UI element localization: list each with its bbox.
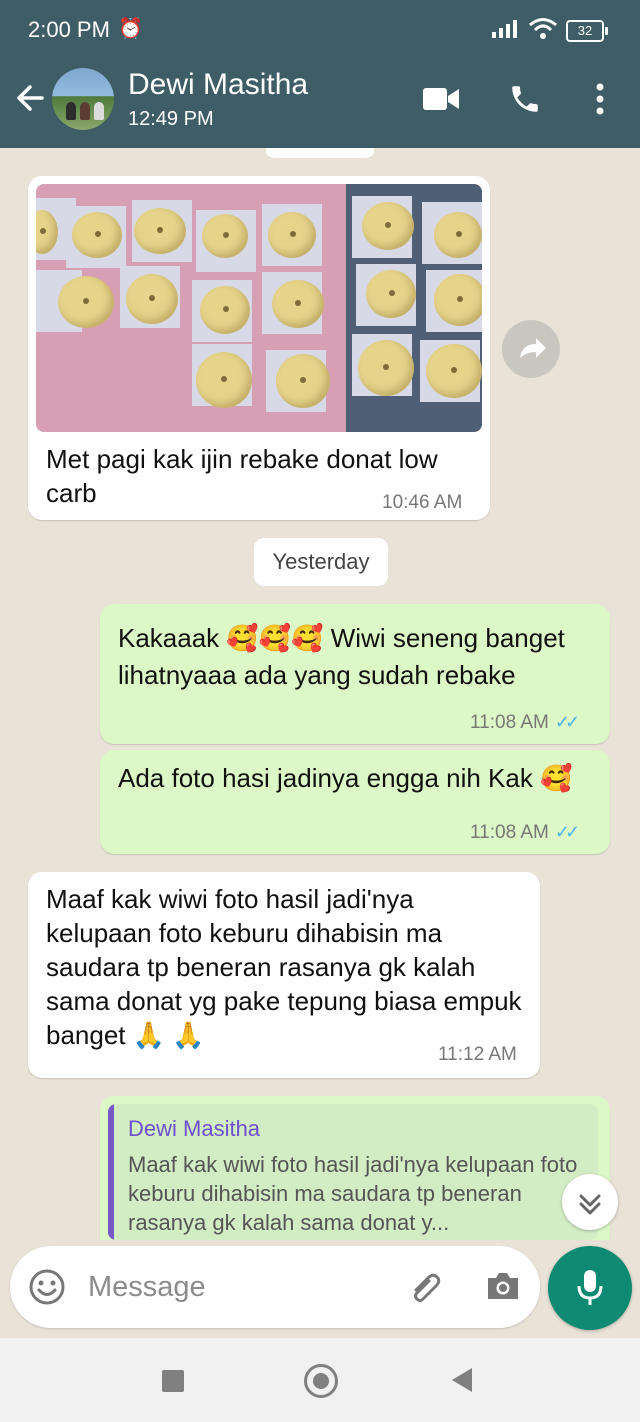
- emoji-icon[interactable]: [28, 1268, 66, 1311]
- message-time: 11:08 AM: [470, 712, 549, 733]
- incoming-photo-message[interactable]: Met pagi kak ijin rebake donat low carb …: [28, 176, 490, 520]
- chevron-down-icon: [579, 1194, 601, 1215]
- home-button[interactable]: [304, 1364, 338, 1398]
- signal-icon: [492, 18, 522, 38]
- alarm-icon: ⏰: [118, 18, 143, 40]
- last-seen: 12:49 PM: [128, 108, 214, 130]
- forward-button[interactable]: [502, 320, 560, 378]
- message-meta: 11:08 AM ✓✓: [470, 822, 580, 844]
- read-ticks-icon: ✓✓: [554, 712, 580, 732]
- contact-name[interactable]: Dewi Masitha: [128, 68, 308, 102]
- message-time: 11:08 AM: [470, 822, 549, 843]
- video-call-icon[interactable]: [422, 86, 460, 117]
- outgoing-message[interactable]: Ada foto hasi jadinya engga nih Kak 🥰 11…: [100, 750, 610, 854]
- outgoing-message[interactable]: Kakaaak 🥰🥰🥰 Wiwi seneng banget lihatnyaa…: [100, 604, 610, 744]
- message-text: Maaf kak wiwi foto hasil jadi'nya kelupa…: [46, 884, 522, 1050]
- scroll-to-bottom-button[interactable]: [562, 1174, 618, 1230]
- compose-box: [10, 1246, 540, 1328]
- phone-icon[interactable]: [508, 82, 542, 121]
- message-text: Kakaaak 🥰🥰🥰 Wiwi seneng banget lihatnyaa…: [118, 623, 565, 690]
- date-separator: Yesterday: [254, 538, 388, 586]
- message-meta: 11:08 AM ✓✓: [470, 712, 580, 734]
- message-text: Ada foto hasi jadinya engga nih Kak 🥰: [118, 763, 573, 793]
- system-nav-bar: [0, 1338, 640, 1422]
- chat-area[interactable]: Met pagi kak ijin rebake donat low carb …: [0, 148, 640, 1248]
- message-input[interactable]: [86, 1264, 390, 1310]
- status-bar: 2:00 PM ⏰ 32: [0, 0, 640, 62]
- quoted-author: Dewi Masitha: [128, 1116, 261, 1141]
- compose-bar: [0, 1240, 640, 1338]
- forward-icon: [520, 338, 546, 358]
- battery-indicator: 32: [566, 20, 608, 42]
- status-time: 2:00 PM: [28, 17, 110, 42]
- mic-icon: [577, 1270, 603, 1305]
- quote-accent-bar: [108, 1104, 114, 1240]
- outgoing-reply-message[interactable]: Dewi Masitha Maaf kak wiwi foto hasil ja…: [100, 1096, 610, 1248]
- incoming-message[interactable]: Maaf kak wiwi foto hasil jadi'nya kelupa…: [28, 872, 540, 1078]
- recents-button[interactable]: [162, 1370, 184, 1392]
- message-time: 11:12 AM: [438, 1044, 517, 1065]
- message-time: 10:46 AM: [382, 492, 463, 513]
- quoted-text: Maaf kak wiwi foto hasil jadi'nya kelupa…: [128, 1152, 578, 1235]
- avatar[interactable]: [52, 68, 114, 130]
- more-vert-icon[interactable]: [592, 82, 608, 121]
- chat-header: Dewi Masitha 12:49 PM: [0, 62, 640, 148]
- back-button[interactable]: [452, 1368, 472, 1392]
- wifi-icon: [528, 16, 558, 45]
- previous-message-edge: [266, 148, 374, 158]
- camera-icon[interactable]: [484, 1268, 522, 1309]
- read-ticks-icon: ✓✓: [554, 822, 580, 842]
- donut-photo[interactable]: [36, 184, 482, 432]
- voice-message-button[interactable]: [548, 1246, 632, 1330]
- back-arrow-icon[interactable]: [14, 82, 46, 119]
- quoted-reply[interactable]: Dewi Masitha Maaf kak wiwi foto hasil ja…: [108, 1104, 598, 1240]
- attach-icon[interactable]: [406, 1268, 446, 1313]
